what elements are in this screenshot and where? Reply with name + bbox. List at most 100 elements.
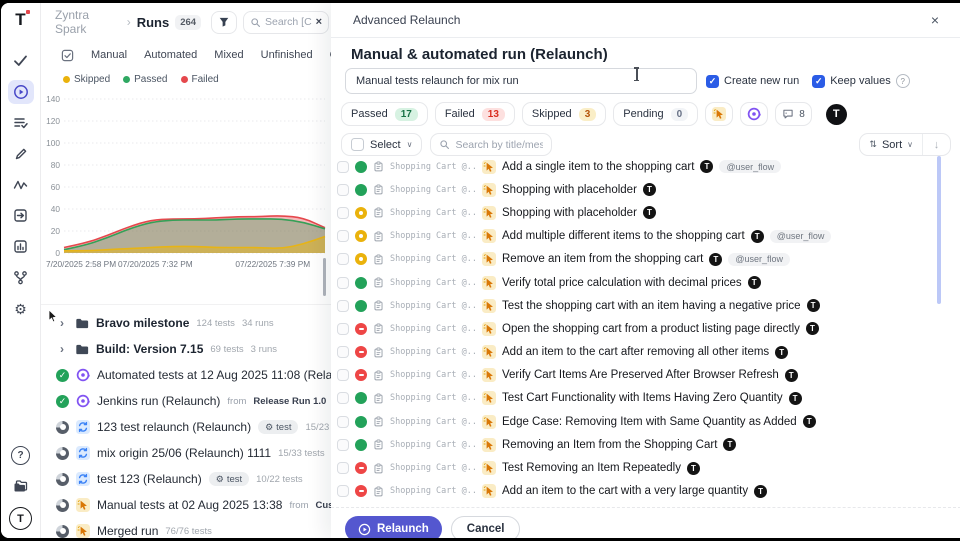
filter-chip-failed[interactable]: Failed13 xyxy=(435,102,515,126)
checkbox-create-new-run[interactable] xyxy=(706,75,719,88)
test-row[interactable]: Shopping Cart @...Removing an Item from … xyxy=(337,433,939,456)
help-icon[interactable]: ? xyxy=(896,74,910,88)
test-row[interactable]: Shopping Cart @...Add multiple different… xyxy=(337,225,939,248)
runs-search-input[interactable]: Search [C × xyxy=(243,11,329,34)
run-row[interactable]: Manual tests at 02 Aug 2025 13:38fromCus… xyxy=(41,492,331,518)
tab-mixed[interactable]: Mixed xyxy=(214,49,243,61)
test-checkbox[interactable] xyxy=(337,462,349,474)
option-keep-values[interactable]: Keep values? xyxy=(812,74,910,88)
test-case-ref: Shopping Cart @... xyxy=(390,347,476,357)
user-avatar[interactable]: T xyxy=(9,507,32,530)
nav-sidebar: T ⚙ ? T xyxy=(1,3,41,538)
expand-chevron-icon[interactable]: › xyxy=(56,342,68,356)
test-checkbox[interactable] xyxy=(337,416,349,428)
sidebar-milestones-icon[interactable] xyxy=(8,204,34,228)
run-name-input[interactable] xyxy=(345,68,697,94)
sidebar-runs-icon[interactable] xyxy=(8,80,34,104)
test-row[interactable]: Shopping Cart @...Edge Case: Removing It… xyxy=(337,410,939,433)
clipboard-icon xyxy=(373,231,384,242)
test-row[interactable]: Shopping Cart @...Add a single item to t… xyxy=(337,155,939,178)
tab-manual[interactable]: Manual xyxy=(91,49,127,61)
test-checkbox[interactable] xyxy=(337,323,349,335)
cancel-button[interactable]: Cancel xyxy=(451,516,521,538)
test-row[interactable]: Shopping Cart @...Remove an item from th… xyxy=(337,248,939,271)
sort-dropdown[interactable]: ⇅ Sort ∨ xyxy=(860,134,923,155)
run-row[interactable]: ›Build: Version 7.1569 tests3 runs xyxy=(41,336,331,362)
test-row[interactable]: Shopping Cart @...Add an item to the car… xyxy=(337,341,939,364)
author-avatar[interactable]: T xyxy=(826,104,847,125)
test-checkbox[interactable] xyxy=(337,485,349,497)
filter-chip-passed[interactable]: Passed17 xyxy=(341,102,428,126)
skipped-status-icon xyxy=(355,207,367,219)
test-row[interactable]: Shopping Cart @...Test the shopping cart… xyxy=(337,294,939,317)
select-runs-icon[interactable] xyxy=(61,49,74,62)
test-tag: @user_flow xyxy=(770,230,832,243)
test-checkbox[interactable] xyxy=(337,346,349,358)
clear-search-icon[interactable]: × xyxy=(316,16,322,28)
test-checkbox[interactable] xyxy=(337,300,349,312)
test-row[interactable]: Shopping Cart @...Shopping with placehol… xyxy=(337,201,939,224)
run-row[interactable]: Merged run76/76 tests xyxy=(41,518,331,538)
tests-search-input[interactable]: Search by title/messag xyxy=(430,133,552,156)
run-row[interactable]: test 123 (Relaunch)⚙test10/22 tests xyxy=(41,466,331,492)
run-row[interactable]: 123 test relaunch (Relaunch)⚙test15/23 t… xyxy=(41,414,331,440)
help-icon[interactable]: ? xyxy=(11,446,30,465)
sort-direction-button[interactable]: ↓ xyxy=(923,134,950,155)
select-dropdown[interactable]: Select ∨ xyxy=(341,133,422,156)
tab-automated[interactable]: Automated xyxy=(144,49,197,61)
mixed-run-icon xyxy=(76,472,90,486)
filter-chip-label: Pending xyxy=(623,108,663,120)
sidebar-analytics-icon[interactable] xyxy=(8,173,34,197)
filter-chip-label: Skipped xyxy=(532,108,572,120)
test-checkbox[interactable] xyxy=(337,230,349,242)
filter-chip-skipped[interactable]: Skipped3 xyxy=(522,102,606,126)
test-checkbox[interactable] xyxy=(337,392,349,404)
tab-unfinished[interactable]: Unfinished xyxy=(261,49,313,61)
test-checkbox[interactable] xyxy=(337,253,349,265)
close-icon[interactable]: × xyxy=(931,12,939,28)
test-checkbox[interactable] xyxy=(337,207,349,219)
filter-chip-automated[interactable] xyxy=(740,102,768,126)
run-row[interactable]: ›Bravo milestone124 tests34 runs xyxy=(41,310,331,336)
sidebar-results-icon[interactable] xyxy=(8,111,34,135)
app-logo[interactable]: T xyxy=(15,9,25,31)
filter-chip-pending[interactable]: Pending0 xyxy=(613,102,698,126)
test-row[interactable]: Shopping Cart @...Verify Cart Items Are … xyxy=(337,364,939,387)
run-from-label: from xyxy=(289,500,308,511)
sidebar-settings-icon[interactable]: ⚙ xyxy=(8,297,34,321)
select-label: Select xyxy=(370,139,401,151)
filter-chip-comments[interactable]: 8 xyxy=(775,102,812,126)
option-create-new-run[interactable]: Create new run xyxy=(706,75,799,88)
test-checkbox[interactable] xyxy=(337,161,349,173)
test-row[interactable]: Shopping Cart @...Verify total price cal… xyxy=(337,271,939,294)
clipboard-icon xyxy=(373,393,384,404)
legend-dot xyxy=(181,76,188,83)
checkbox-keep-values[interactable] xyxy=(812,75,825,88)
comment-icon xyxy=(782,108,794,120)
select-all-checkbox[interactable] xyxy=(351,138,364,151)
test-row[interactable]: Shopping Cart @...Open the shopping cart… xyxy=(337,317,939,340)
filter-chip-manual[interactable] xyxy=(705,102,733,126)
docs-icon[interactable] xyxy=(8,474,34,498)
test-row[interactable]: Shopping Cart @...Add an item to the car… xyxy=(337,480,939,503)
test-row[interactable]: Shopping Cart @...Test Removing an Item … xyxy=(337,456,939,479)
test-checkbox[interactable] xyxy=(337,369,349,381)
sidebar-defects-icon[interactable] xyxy=(8,142,34,166)
test-row[interactable]: Shopping Cart @...Shopping with placehol… xyxy=(337,178,939,201)
test-checkbox[interactable] xyxy=(337,184,349,196)
sidebar-tests-icon[interactable] xyxy=(8,49,34,73)
test-checkbox[interactable] xyxy=(337,277,349,289)
sidebar-integrations-icon[interactable] xyxy=(8,266,34,290)
test-checkbox[interactable] xyxy=(337,439,349,451)
panel-scrollbar[interactable] xyxy=(323,258,326,296)
test-row[interactable]: Shopping Cart @...Test Cart Functionalit… xyxy=(337,387,939,410)
filter-button[interactable] xyxy=(211,11,237,34)
run-row[interactable]: ✓Jenkins run (Relaunch)fromRelease Run 1… xyxy=(41,388,331,414)
relaunch-button[interactable]: Relaunch xyxy=(345,516,442,538)
breadcrumb-project[interactable]: Zyntra Spark xyxy=(55,8,121,36)
run-row[interactable]: ✓Automated tests at 12 Aug 2025 11:08 (R… xyxy=(41,362,331,388)
modal-scrollbar[interactable] xyxy=(937,156,941,304)
assignee-avatar: T xyxy=(751,230,764,243)
run-row[interactable]: mix origin 25/06 (Relaunch) 111115/33 te… xyxy=(41,440,331,466)
sidebar-reports-icon[interactable] xyxy=(8,235,34,259)
